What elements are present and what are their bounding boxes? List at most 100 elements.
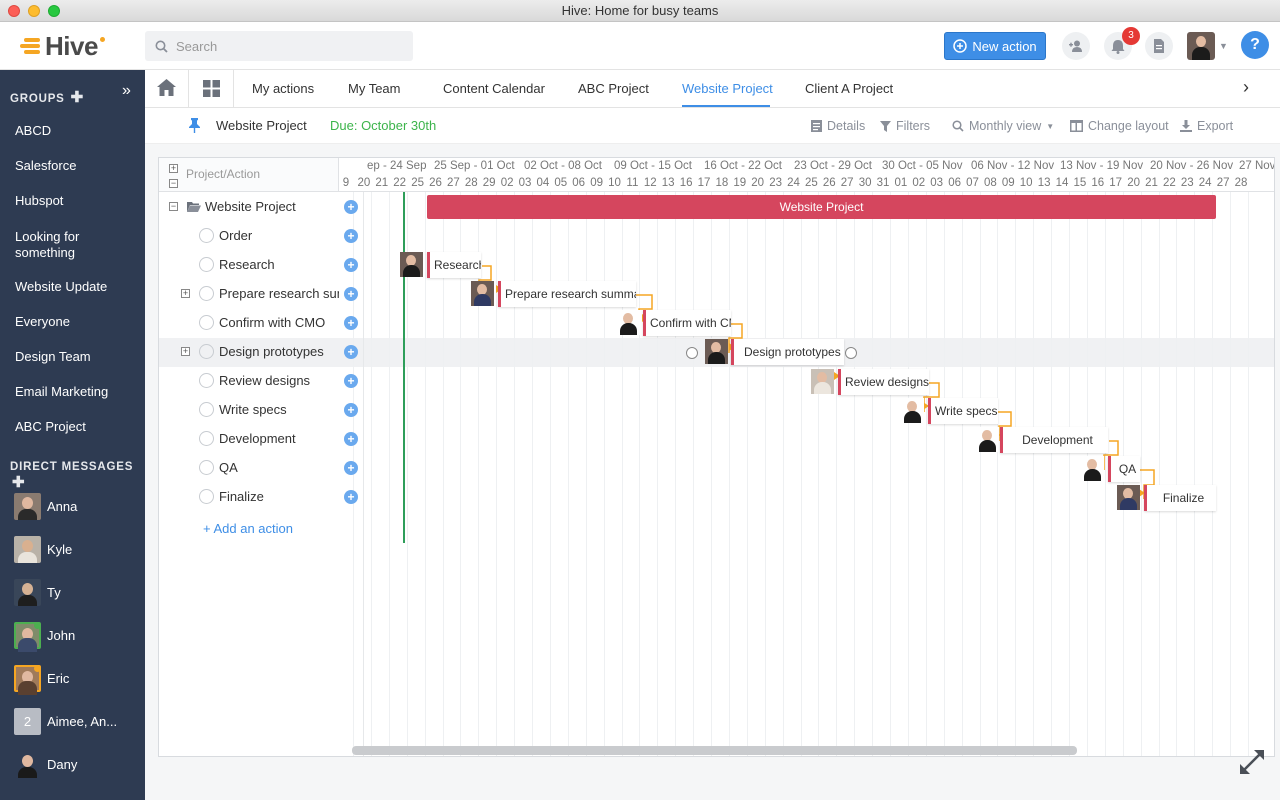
tree-row-root[interactable]: − Website Project + — [159, 192, 364, 221]
add-group-icon[interactable]: ✚ — [71, 89, 84, 106]
tree-row-action[interactable]: Confirm with CMO + — [159, 308, 364, 337]
expand-icon[interactable] — [1238, 748, 1266, 781]
pin-icon[interactable] — [189, 118, 200, 136]
layout-icon — [1070, 120, 1083, 132]
add-subaction-icon[interactable]: + — [344, 258, 358, 272]
sidebar-group-salesforce[interactable]: Salesforce — [15, 158, 135, 174]
add-subaction-icon[interactable]: + — [344, 432, 358, 446]
sidebar-group-website-update[interactable]: Website Update — [15, 279, 135, 295]
tree-row-action[interactable]: Research + — [159, 250, 364, 279]
complete-checkbox[interactable] — [199, 373, 214, 388]
zoom-window-button[interactable] — [48, 5, 60, 17]
expand-icon[interactable]: + — [181, 289, 190, 298]
tab-content-calendar[interactable]: Content Calendar — [443, 81, 545, 96]
gantt-bar-development[interactable]: Development — [1000, 427, 1108, 453]
gantt-bar-qa[interactable]: QA — [1108, 456, 1140, 482]
expand-all-icon[interactable]: + — [169, 164, 178, 173]
export-button[interactable]: Export — [1180, 119, 1233, 133]
online-status-dot — [34, 622, 41, 629]
complete-checkbox[interactable] — [199, 431, 214, 446]
add-message-icon[interactable]: ✚ — [12, 474, 25, 491]
dm-group-aimee[interactable]: 2 Aimee, An... — [14, 708, 117, 735]
avatar — [1081, 456, 1104, 481]
add-subaction-icon[interactable]: + — [344, 490, 358, 504]
chevron-right-icon[interactable]: › — [1243, 77, 1249, 98]
add-an-action-link[interactable]: + Add an action — [203, 521, 293, 536]
expand-icon[interactable]: + — [181, 347, 190, 356]
complete-checkbox[interactable] — [199, 286, 214, 301]
dm-name: John — [47, 628, 76, 643]
complete-checkbox[interactable] — [199, 489, 214, 504]
invite-user-button[interactable] — [1062, 32, 1090, 60]
dm-kyle[interactable]: Kyle — [14, 536, 72, 563]
search-input[interactable]: Search — [145, 31, 413, 61]
complete-checkbox[interactable] — [199, 402, 214, 417]
sidebar-group-abc-project[interactable]: ABC Project — [15, 419, 135, 435]
tree-row-action[interactable]: Write specs + — [159, 395, 364, 424]
filters-button[interactable]: Filters — [880, 119, 930, 133]
dm-ty[interactable]: Ty — [14, 579, 61, 606]
title-bar: Hive: Home for busy teams — [0, 0, 1280, 22]
gantt-bar-write-specs[interactable]: Write specs — [928, 398, 998, 424]
tab-abc-project[interactable]: ABC Project — [578, 81, 649, 96]
sidebar-group-email-marketing[interactable]: Email Marketing — [15, 384, 135, 400]
details-label: Details — [827, 119, 866, 133]
tab-client-a-project[interactable]: Client A Project — [805, 81, 893, 96]
tree-row-action[interactable]: Review designs + — [159, 366, 364, 395]
collapse-all-icon[interactable]: − — [169, 179, 178, 188]
add-subaction-icon[interactable]: + — [344, 345, 358, 359]
tree-row-action[interactable]: Development + — [159, 424, 364, 453]
dm-eric[interactable]: Eric — [14, 665, 69, 695]
dm-john[interactable]: John — [14, 622, 76, 652]
sidebar-group-abcd[interactable]: ABCD — [15, 123, 135, 139]
dm-dany[interactable]: Dany — [14, 751, 77, 778]
details-button[interactable]: Details — [811, 119, 865, 133]
user-avatar[interactable] — [1187, 32, 1215, 60]
hive-logo[interactable]: Hive — [20, 30, 105, 62]
complete-checkbox[interactable] — [199, 228, 214, 243]
collapse-icon[interactable]: − — [169, 202, 178, 211]
tree-row-action[interactable]: + Prepare research summ + — [159, 279, 364, 308]
gantt-bar-review-designs[interactable]: Review designs — [838, 369, 929, 395]
close-window-button[interactable] — [8, 5, 20, 17]
add-action-icon[interactable]: + — [344, 200, 358, 214]
tab-website-project[interactable]: Website Project — [682, 81, 773, 96]
change-layout-button[interactable]: Change layout — [1070, 119, 1169, 133]
tree-row-action[interactable]: QA + — [159, 453, 364, 482]
add-subaction-icon[interactable]: + — [344, 374, 358, 388]
gantt-bar-research[interactable]: Research — [427, 252, 481, 278]
dm-anna[interactable]: Anna — [14, 493, 77, 520]
collapse-sidebar-icon[interactable]: » — [122, 82, 131, 100]
tab-my-actions[interactable]: My actions — [252, 81, 314, 96]
tree-row-action[interactable]: + Design prototypes + — [159, 337, 364, 366]
new-action-button[interactable]: New action — [944, 32, 1046, 60]
tab-my-team[interactable]: My Team — [348, 81, 401, 96]
add-subaction-icon[interactable]: + — [344, 461, 358, 475]
grid-view-icon[interactable] — [203, 80, 220, 102]
horizontal-scrollbar[interactable] — [352, 746, 1077, 755]
add-subaction-icon[interactable]: + — [344, 229, 358, 243]
complete-checkbox[interactable] — [199, 460, 214, 475]
gantt-bar-prepare-research-summary[interactable]: Prepare research summary — [498, 281, 636, 307]
add-subaction-icon[interactable]: + — [344, 403, 358, 417]
help-button[interactable]: ? — [1241, 31, 1269, 59]
documents-button[interactable] — [1145, 32, 1173, 60]
add-subaction-icon[interactable]: + — [344, 287, 358, 301]
tree-row-action[interactable]: Order + — [159, 221, 364, 250]
sidebar-group-hubspot[interactable]: Hubspot — [15, 193, 135, 209]
gantt-bar-design-prototypes[interactable]: Design prototypes — [731, 339, 844, 365]
tree-row-action[interactable]: Finalize + — [159, 482, 364, 511]
chevron-down-icon[interactable]: ▼ — [1219, 41, 1228, 51]
sidebar-group-everyone[interactable]: Everyone — [15, 314, 135, 330]
sidebar-group-looking-for-something[interactable]: Looking for something — [15, 229, 110, 261]
complete-checkbox[interactable] — [199, 315, 214, 330]
complete-checkbox[interactable] — [199, 257, 214, 272]
home-icon[interactable] — [157, 79, 176, 101]
minimize-window-button[interactable] — [28, 5, 40, 17]
sidebar-group-design-team[interactable]: Design Team — [15, 349, 135, 365]
add-subaction-icon[interactable]: + — [344, 316, 358, 330]
complete-checkbox[interactable] — [199, 344, 214, 359]
gantt-bar-finalize[interactable]: Finalize — [1144, 485, 1216, 511]
gantt-bar-confirm-with-cmo[interactable]: Confirm with CMO — [643, 310, 731, 336]
monthly-view-dropdown[interactable]: Monthly view ▼ — [952, 119, 1054, 133]
